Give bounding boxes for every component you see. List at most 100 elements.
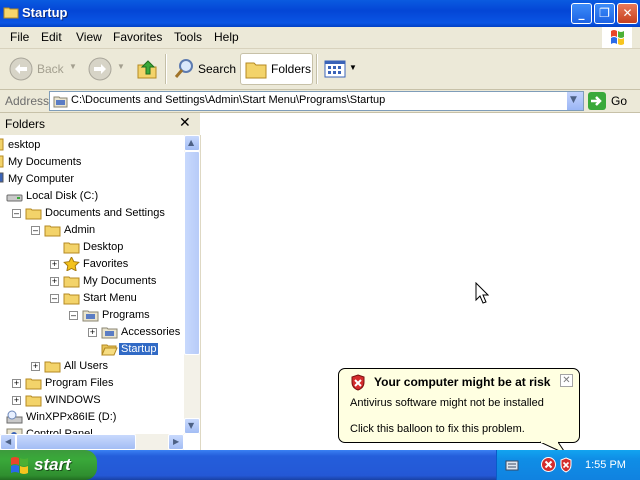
chevron-left-icon: ◀ bbox=[5, 437, 12, 446]
folder-icon bbox=[25, 378, 42, 390]
search-label: Search bbox=[198, 62, 237, 76]
collapse-icon[interactable]: – bbox=[31, 226, 40, 235]
tree-item-label: Desktop bbox=[83, 241, 124, 253]
folder-icon bbox=[3, 7, 19, 19]
minimize-button[interactable]: _ bbox=[571, 3, 592, 24]
tree-item-label: esktop bbox=[8, 139, 41, 151]
menu-edit[interactable]: Edit bbox=[41, 30, 62, 44]
expand-icon[interactable]: + bbox=[12, 396, 21, 405]
programs-folder-icon bbox=[53, 96, 68, 108]
folder-icon bbox=[44, 361, 61, 373]
open-folder-icon bbox=[101, 344, 118, 356]
views-icon bbox=[324, 60, 346, 78]
menu-view[interactable]: View bbox=[76, 30, 102, 44]
folder-icon bbox=[25, 208, 42, 220]
toolbar-separator bbox=[165, 54, 167, 84]
windows-logo-icon bbox=[602, 27, 632, 48]
horizontal-scrollbar[interactable]: ◀ ▶ bbox=[0, 434, 184, 450]
menu-bar: File Edit View Favorites Tools Help bbox=[0, 27, 640, 49]
folder-icon bbox=[44, 225, 61, 237]
address-input[interactable]: C:\Documents and Settings\Admin\Start Me… bbox=[49, 91, 584, 111]
menu-tools[interactable]: Tools bbox=[174, 30, 202, 44]
scroll-thumb[interactable] bbox=[16, 434, 136, 450]
balloon-close-button[interactable]: ✕ bbox=[560, 374, 573, 387]
dropdown-arrow-icon: ▼ bbox=[349, 63, 357, 72]
vertical-scrollbar[interactable]: ▲ ▼ bbox=[184, 135, 200, 434]
security-alert-icon[interactable] bbox=[541, 457, 556, 472]
tree-item-label: Program Files bbox=[45, 377, 114, 389]
folders-pane-header: Folders ✕ bbox=[0, 113, 200, 135]
close-button[interactable]: ✕ bbox=[617, 3, 638, 24]
tree-item-label: Documents and Settings bbox=[45, 207, 165, 219]
favorites-star-icon bbox=[63, 257, 80, 271]
notification-area: 1:55 PM bbox=[496, 450, 640, 480]
expand-icon[interactable]: + bbox=[31, 362, 40, 371]
windows-flag-icon bbox=[11, 457, 28, 474]
chevron-right-icon: ▶ bbox=[173, 437, 180, 446]
folders-button[interactable]: Folders bbox=[240, 53, 313, 85]
menu-file[interactable]: File bbox=[10, 30, 29, 44]
close-pane-button[interactable]: ✕ bbox=[179, 114, 191, 131]
go-button[interactable]: Go bbox=[588, 92, 636, 110]
start-button[interactable]: start bbox=[0, 450, 97, 480]
collapse-icon[interactable]: – bbox=[12, 209, 21, 218]
shield-warning-icon[interactable] bbox=[559, 457, 573, 473]
tree-item-label: My Documents bbox=[83, 275, 157, 287]
go-arrow-icon bbox=[588, 92, 606, 110]
tree-item-label: WinXPPx86IE (D:) bbox=[26, 411, 117, 423]
menu-favorites[interactable]: Favorites bbox=[113, 30, 162, 44]
toolbar-separator bbox=[316, 54, 318, 84]
address-label: Address bbox=[5, 94, 50, 108]
tree-item-label: WINDOWS bbox=[45, 394, 101, 406]
programs-folder-icon bbox=[82, 310, 99, 322]
mouse-cursor-icon bbox=[475, 282, 489, 304]
scroll-left-button[interactable]: ◀ bbox=[0, 434, 16, 450]
expand-icon[interactable]: + bbox=[12, 379, 21, 388]
clock[interactable]: 1:55 PM bbox=[585, 459, 626, 471]
chevron-up-icon: ▲ bbox=[188, 138, 195, 147]
scroll-down-button[interactable]: ▼ bbox=[184, 418, 200, 434]
collapse-icon[interactable]: – bbox=[50, 294, 59, 303]
chevron-down-icon: ▼ bbox=[570, 95, 577, 105]
maximize-icon: ❐ bbox=[599, 6, 610, 20]
forward-button[interactable]: ▼ bbox=[85, 53, 125, 85]
title-bar[interactable]: Startup _ ❐ ✕ bbox=[0, 0, 640, 27]
start-label: start bbox=[34, 455, 71, 474]
standard-toolbar: Back ▼ ▼ Search Folders ▼ bbox=[0, 49, 640, 90]
folder-icon bbox=[63, 293, 80, 305]
close-icon: ✕ bbox=[622, 6, 633, 20]
menu-help[interactable]: Help bbox=[214, 30, 239, 44]
folder-icon bbox=[63, 242, 80, 254]
balloon-title: Your computer might be at risk bbox=[374, 375, 551, 389]
up-folder-button[interactable] bbox=[133, 53, 161, 85]
minimize-icon: _ bbox=[578, 6, 585, 20]
my-documents-icon bbox=[0, 155, 4, 168]
cd-drive-icon bbox=[6, 410, 23, 424]
shield-warning-icon bbox=[351, 374, 365, 391]
search-button[interactable]: Search bbox=[170, 53, 236, 85]
go-label: Go bbox=[611, 94, 628, 108]
local-disk-icon bbox=[6, 194, 23, 202]
tree-item-label: Local Disk (C:) bbox=[26, 190, 99, 202]
scroll-up-button[interactable]: ▲ bbox=[184, 135, 200, 151]
expand-icon[interactable]: + bbox=[88, 328, 97, 337]
up-folder-icon bbox=[137, 60, 157, 79]
back-label: Back bbox=[37, 62, 64, 76]
expand-icon[interactable]: + bbox=[50, 277, 59, 286]
keyboard-icon[interactable] bbox=[505, 458, 519, 472]
tree-item-label: Favorites bbox=[83, 258, 129, 270]
forward-arrow-icon bbox=[88, 57, 112, 81]
collapse-icon[interactable]: – bbox=[69, 311, 78, 320]
scroll-right-button[interactable]: ▶ bbox=[168, 434, 184, 450]
back-button[interactable]: Back ▼ bbox=[6, 53, 78, 85]
maximize-button[interactable]: ❐ bbox=[594, 3, 615, 24]
window-title: Startup bbox=[22, 5, 68, 20]
views-button[interactable]: ▼ bbox=[322, 53, 358, 85]
scroll-thumb[interactable] bbox=[184, 151, 200, 355]
expand-icon[interactable]: + bbox=[50, 260, 59, 269]
folder-icon bbox=[25, 395, 42, 407]
security-alert-balloon[interactable]: Your computer might be at risk ✕ Antivir… bbox=[338, 368, 580, 443]
folders-pane-title: Folders bbox=[5, 117, 46, 131]
balloon-action-text: Click this balloon to fix this problem. bbox=[350, 423, 525, 435]
address-dropdown-button[interactable]: ▼ bbox=[567, 92, 583, 110]
